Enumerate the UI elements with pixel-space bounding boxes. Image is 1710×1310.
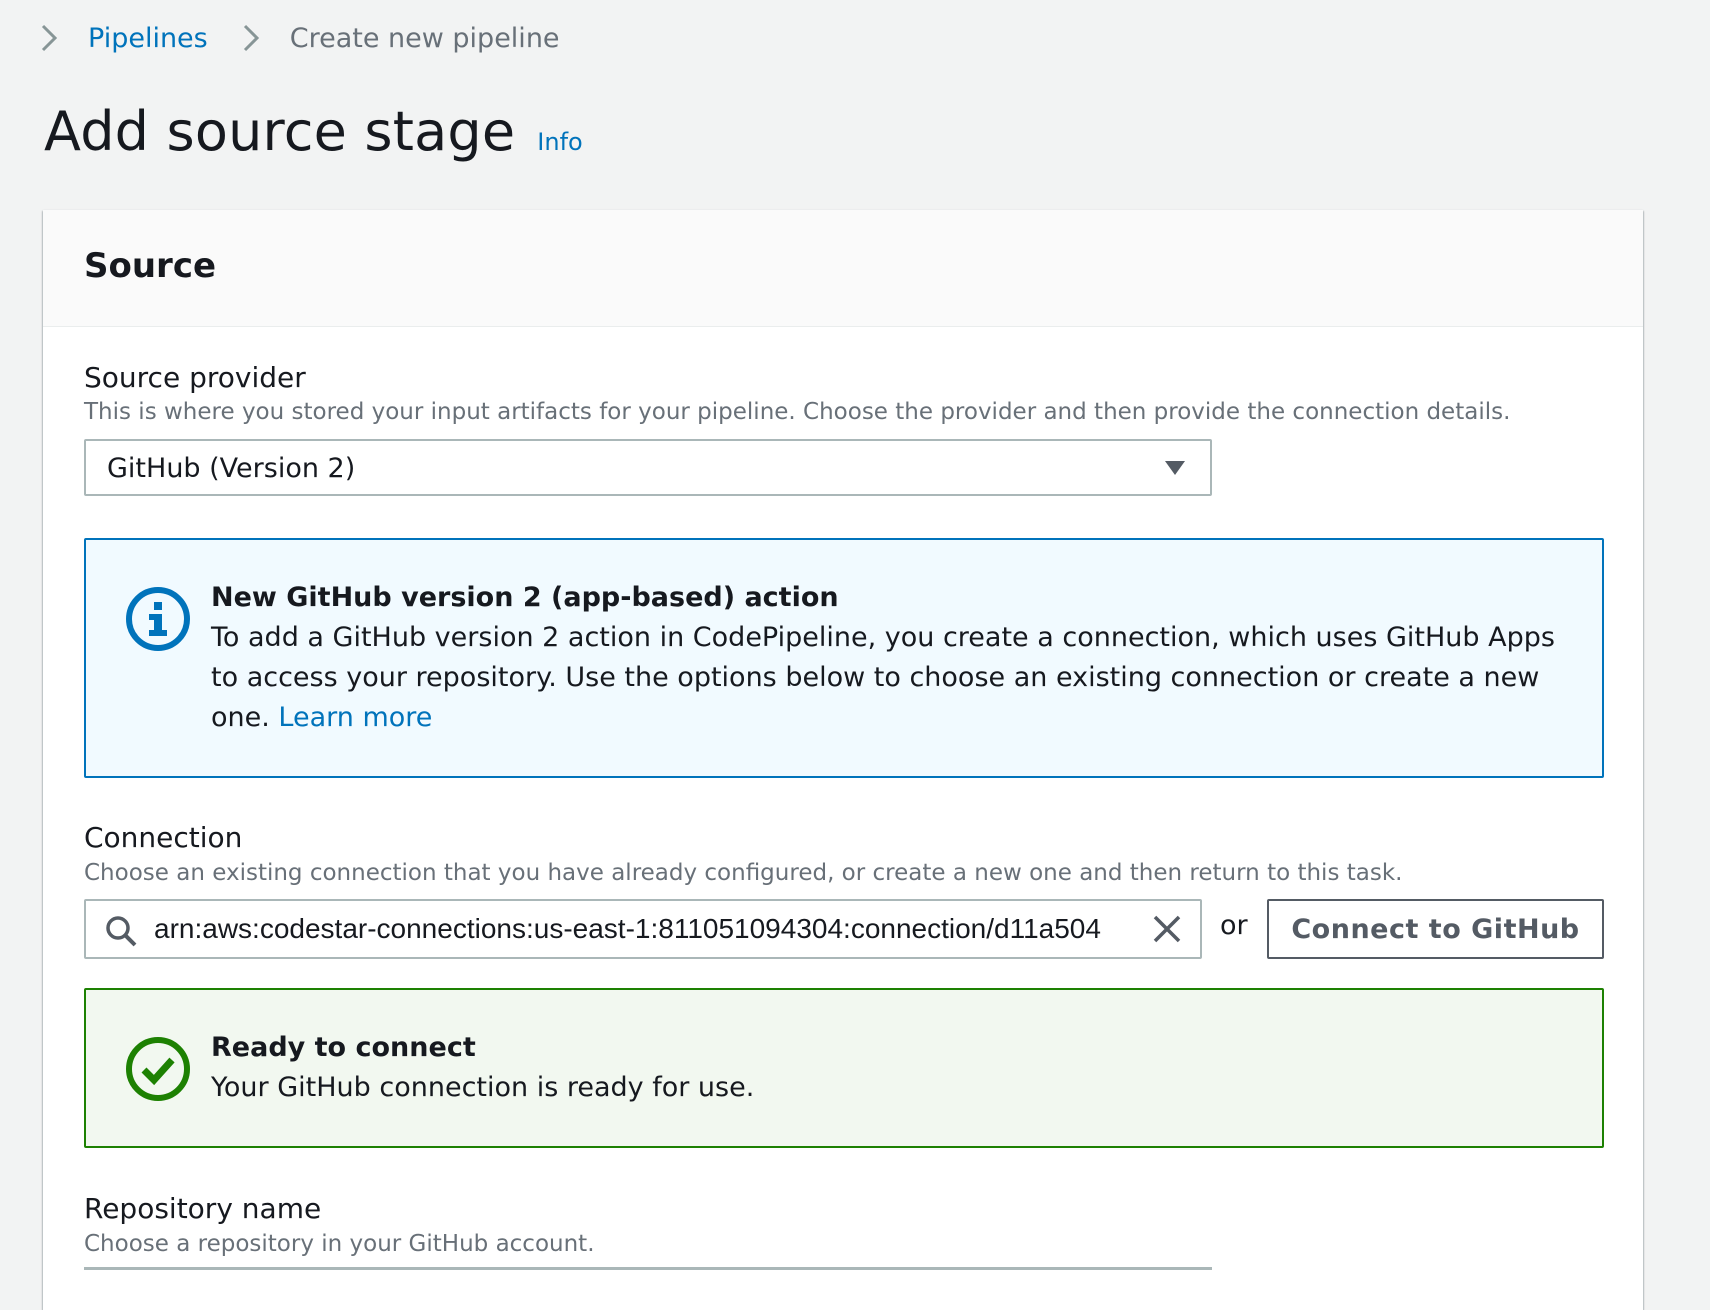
info-link[interactable]: Info <box>537 128 582 156</box>
repository-name-description: Choose a repository in your GitHub accou… <box>84 1231 595 1257</box>
connection-label: Connection <box>84 821 243 854</box>
panel-header: Source <box>43 210 1643 327</box>
connection-input[interactable] <box>154 909 1134 949</box>
breadcrumb-item-pipelines[interactable]: Pipelines <box>88 23 208 54</box>
source-provider-label: Source provider <box>84 361 306 394</box>
breadcrumb: e Pipelines Create new pipeline <box>0 18 560 58</box>
success-alert: Ready to connect Your GitHub connection … <box>84 988 1604 1148</box>
breadcrumb-item-current: Create new pipeline <box>289 22 560 54</box>
info-icon <box>125 586 191 656</box>
chevron-right-icon <box>34 18 66 58</box>
chevron-right-icon <box>236 18 268 58</box>
panel-title: Source <box>84 246 217 286</box>
close-icon[interactable] <box>1152 914 1182 948</box>
info-alert-body: New GitHub version 2 (app-based) action … <box>211 578 1562 738</box>
info-alert-heading: New GitHub version 2 (app-based) action <box>211 582 839 613</box>
repository-name-label: Repository name <box>84 1192 322 1225</box>
connect-to-github-button[interactable]: Connect to GitHub <box>1267 899 1604 959</box>
source-provider-selected-value: GitHub (Version 2) <box>107 453 356 484</box>
source-provider-select[interactable]: GitHub (Version 2) <box>84 439 1212 496</box>
learn-more-link[interactable]: Learn more <box>278 702 432 733</box>
success-alert-text: Your GitHub connection is ready for use. <box>211 1072 755 1103</box>
caret-down-icon <box>1164 459 1186 481</box>
or-label: or <box>1220 910 1248 941</box>
search-icon <box>104 914 138 952</box>
check-circle-icon <box>125 1036 191 1106</box>
page-header: Add source stage Info <box>44 100 583 163</box>
source-provider-description: This is where you stored your input arti… <box>84 399 1511 425</box>
success-alert-body: Ready to connect Your GitHub connection … <box>211 1028 1562 1108</box>
success-alert-heading: Ready to connect <box>211 1032 476 1063</box>
page-title: Add source stage <box>44 100 516 163</box>
connection-description: Choose an existing connection that you h… <box>84 860 1403 886</box>
info-alert: New GitHub version 2 (app-based) action … <box>84 538 1604 778</box>
connection-search <box>84 899 1202 959</box>
